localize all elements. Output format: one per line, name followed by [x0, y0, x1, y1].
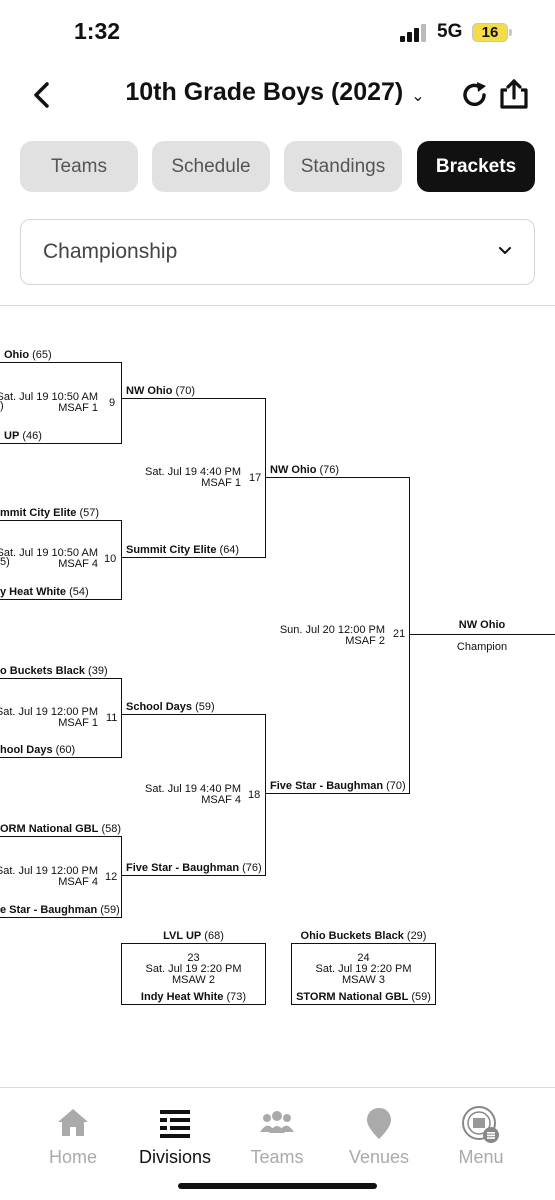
home-icon: [58, 1109, 88, 1136]
refresh-icon[interactable]: [460, 80, 490, 110]
game-10-number: 10: [104, 553, 117, 565]
game-21-team1: NW Ohio (76): [270, 464, 340, 476]
nav-menu-label: Menu: [458, 1147, 504, 1167]
game-18-number: 18: [248, 789, 261, 801]
champion-team: NW Ohio: [458, 619, 506, 631]
cellular-signal-icon: [400, 24, 428, 42]
game-24-team2: STORM National GBL (59): [296, 991, 431, 1003]
chevron-down-icon: [499, 247, 511, 254]
game-21-number: 21: [393, 628, 406, 640]
game-18-team2: Five Star - Baughman (76): [126, 862, 262, 874]
nav-divisions-label: Divisions: [138, 1147, 212, 1167]
game-9-number: 9: [109, 397, 116, 409]
nav-home[interactable]: Home: [23, 1105, 123, 1168]
nav-venues[interactable]: Venues: [329, 1105, 429, 1168]
back-arrow-icon[interactable]: [28, 80, 58, 110]
map-pin-icon: [367, 1108, 391, 1139]
bracket-view[interactable]: Ohio (65) Sat. Jul 19 10:50 AM ) MSAF 1 …: [0, 306, 555, 1086]
nav-teams-label: Teams: [250, 1147, 304, 1167]
divisions-list-icon: [160, 1110, 190, 1138]
game-9-extra: ): [0, 400, 4, 412]
game-24-team1: Ohio Buckets Black (29): [300, 930, 427, 942]
game-12-number: 12: [105, 871, 118, 883]
game-9-venue: MSAF 1: [58, 402, 98, 414]
bracket-select[interactable]: Championship: [20, 219, 535, 285]
nav-teams[interactable]: Teams: [227, 1105, 327, 1168]
game-11-team1: o Buckets Black (39): [0, 665, 108, 677]
game-12-team1: ORM National GBL (58): [0, 823, 122, 835]
game-9-team1: Ohio (65): [4, 349, 52, 361]
game-24-venue: MSAW 3: [342, 974, 385, 986]
game-18-team1: School Days (59): [126, 701, 215, 713]
game-17-number: 17: [249, 472, 262, 484]
game-9-team2: UP (46): [4, 430, 42, 442]
nav-home-label: Home: [48, 1147, 97, 1167]
team-people-icon: [260, 1111, 294, 1133]
page-title: 10th Grade Boys (2027): [125, 78, 404, 106]
game-21-team2: Five Star - Baughman (70): [270, 780, 406, 792]
tab-teams[interactable]: Teams: [20, 141, 138, 192]
game-21-venue: MSAF 2: [345, 635, 385, 647]
bracket-select-value: Championship: [43, 240, 178, 263]
game-11-number: 11: [106, 712, 118, 724]
nav-venues-label: Venues: [348, 1147, 410, 1167]
game-17-team1: NW Ohio (70): [126, 385, 196, 397]
game-17-team2: Summit City Elite (64): [126, 544, 240, 556]
organization-logo-menu-icon: [462, 1106, 499, 1143]
home-indicator: [178, 1183, 377, 1189]
game-10-team2: y Heat White (54): [0, 586, 89, 598]
game-12-venue: MSAF 4: [58, 876, 98, 888]
divider: [0, 1087, 555, 1088]
game-10-team1: mmit City Elite (57): [0, 507, 100, 519]
nav-divisions[interactable]: Divisions: [125, 1105, 225, 1168]
game-12-team2: e Star - Baughman (59): [0, 904, 120, 916]
game-23-venue: MSAW 2: [172, 974, 215, 986]
nav-menu[interactable]: Menu: [431, 1105, 531, 1168]
game-18-venue: MSAF 4: [201, 794, 241, 806]
game-11-venue: MSAF 1: [58, 717, 98, 729]
game-23-team1: LVL UP (68): [163, 930, 224, 942]
game-10-extra: 5): [0, 556, 10, 568]
tab-standings[interactable]: Standings: [284, 141, 402, 192]
chevron-down-icon: ⌄: [411, 87, 425, 105]
tab-schedule[interactable]: Schedule: [152, 141, 270, 192]
division-title-dropdown[interactable]: 10th Grade Boys (2027) ⌄: [60, 78, 490, 107]
battery-cap: [509, 29, 512, 36]
network-type: 5G: [437, 21, 463, 42]
battery-icon: 16: [472, 23, 508, 42]
champion-label: Champion: [456, 641, 508, 653]
game-17-venue: MSAF 1: [201, 477, 241, 489]
share-icon[interactable]: [498, 78, 530, 110]
game-10-venue: MSAF 4: [58, 558, 98, 570]
game-23-team2: Indy Heat White (73): [140, 991, 247, 1003]
game-11-team2: hool Days (60): [0, 744, 76, 756]
status-time: 1:32: [74, 18, 121, 44]
tab-brackets[interactable]: Brackets: [417, 141, 535, 192]
